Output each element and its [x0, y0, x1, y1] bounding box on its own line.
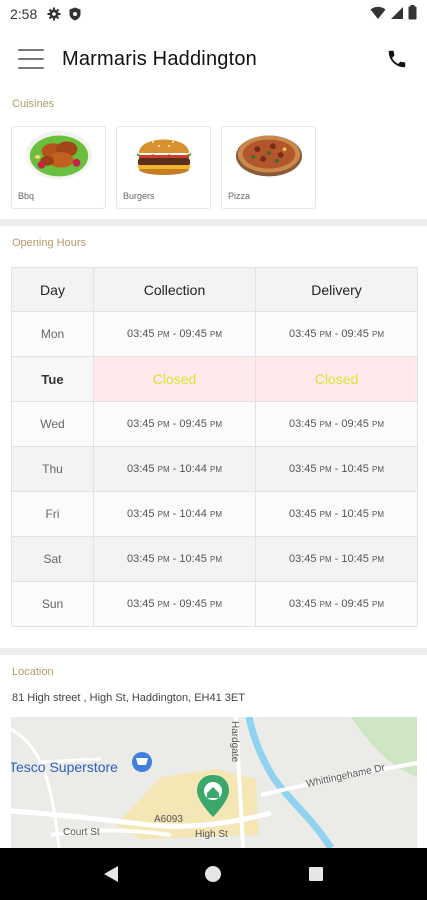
- map-label-high-st: High St: [195, 829, 228, 840]
- wifi-icon: [370, 6, 386, 23]
- menu-icon[interactable]: [18, 49, 44, 69]
- delivery-closed-cell: Closed: [255, 356, 418, 402]
- phone-call-button[interactable]: [381, 43, 413, 75]
- section-divider: [0, 219, 427, 226]
- burger-image: [129, 127, 199, 183]
- table-row: Fri 03:45 PM - 10:44 PM 03:45 PM - 10:45…: [11, 491, 418, 537]
- back-triangle-icon: [104, 866, 119, 882]
- day-cell: Thu: [11, 446, 94, 492]
- delivery-hours-cell: 03:45 PM - 09:45 PM: [255, 311, 418, 357]
- status-time: 2:58: [10, 6, 38, 22]
- table-row-today: Tue Closed Closed: [11, 356, 418, 402]
- delivery-hours-cell: 03:45 PM - 09:45 PM: [255, 401, 418, 447]
- status-bar: 2:58: [0, 0, 427, 28]
- delivery-hours-cell: 03:45 PM - 10:45 PM: [255, 536, 418, 582]
- cuisine-name: Pizza: [228, 191, 251, 201]
- day-cell: Sat: [11, 536, 94, 582]
- signal-icon: [390, 6, 404, 23]
- location-label: Location: [12, 666, 54, 678]
- system-nav-bar: [0, 848, 427, 900]
- delivery-hours-cell: 03:45 PM - 10:45 PM: [255, 491, 418, 537]
- collection-hours-cell: 03:45 PM - 10:44 PM: [93, 491, 256, 537]
- cuisine-card-pizza[interactable]: Pizza: [221, 126, 316, 209]
- map-label-court-st: Court St: [63, 827, 100, 838]
- collection-hours-cell: 03:45 PM - 10:45 PM: [93, 536, 256, 582]
- cuisine-name: Bbq: [18, 191, 35, 201]
- column-header-delivery: Delivery: [255, 267, 418, 312]
- section-divider: [0, 648, 427, 655]
- map-label-a6093: A6093: [154, 814, 183, 825]
- address-text: 81 High street , High St, Haddington, EH…: [12, 692, 245, 704]
- collection-hours-cell: 03:45 PM - 10:44 PM: [93, 446, 256, 492]
- status-right: [370, 5, 417, 23]
- cuisine-list: Bbq Burgers Pizza: [11, 126, 316, 209]
- table-row: Sat 03:45 PM - 10:45 PM 03:45 PM - 10:45…: [11, 536, 418, 582]
- map-label-hardgate: Hardgate: [229, 721, 240, 763]
- cuisine-name: Burgers: [123, 191, 155, 201]
- gear-icon: [47, 7, 61, 21]
- map-label-store: Tesco Superstore: [11, 759, 118, 775]
- shield-icon: [69, 7, 81, 21]
- delivery-hours-cell: 03:45 PM - 10:45 PM: [255, 446, 418, 492]
- bbq-wings-image: [24, 127, 94, 183]
- page-title: Marmaris Haddington: [62, 47, 257, 70]
- collection-hours-cell: 03:45 PM - 09:45 PM: [93, 311, 256, 357]
- cuisine-card-bbq[interactable]: Bbq: [11, 126, 106, 209]
- delivery-hours-cell: 03:45 PM - 09:45 PM: [255, 581, 418, 627]
- table-row: Mon 03:45 PM - 09:45 PM 03:45 PM - 09:45…: [11, 311, 418, 357]
- table-row: Thu 03:45 PM - 10:44 PM 03:45 PM - 10:45…: [11, 446, 418, 492]
- battery-icon: [408, 5, 417, 23]
- day-cell: Wed: [11, 401, 94, 447]
- table-row: Sun 03:45 PM - 09:45 PM 03:45 PM - 09:45…: [11, 581, 418, 627]
- recents-button[interactable]: [296, 854, 336, 894]
- app-bar: Marmaris Haddington: [0, 28, 427, 90]
- opening-hours-table: Day Collection Delivery Mon 03:45 PM - 0…: [11, 267, 418, 627]
- day-cell: Mon: [11, 311, 94, 357]
- app-screen: 2:58 Marmaris Haddington Cuisines Bbq Bu…: [0, 0, 427, 900]
- collection-hours-cell: 03:45 PM - 09:45 PM: [93, 401, 256, 447]
- cuisine-card-burgers[interactable]: Burgers: [116, 126, 211, 209]
- table-row: Wed 03:45 PM - 09:45 PM 03:45 PM - 09:45…: [11, 401, 418, 447]
- day-cell: Fri: [11, 491, 94, 537]
- column-header-collection: Collection: [93, 267, 256, 312]
- home-button[interactable]: [193, 854, 233, 894]
- collection-hours-cell: 03:45 PM - 09:45 PM: [93, 581, 256, 627]
- phone-icon: [388, 50, 406, 68]
- home-circle-icon: [205, 866, 222, 882]
- location-map[interactable]: Tesco Superstore A6093 Court St High St …: [11, 717, 417, 848]
- column-header-day: Day: [11, 267, 94, 312]
- table-header-row: Day Collection Delivery: [11, 267, 418, 312]
- opening-hours-label: Opening Hours: [12, 237, 86, 249]
- day-cell: Sun: [11, 581, 94, 627]
- pizza-image: [234, 127, 304, 183]
- recents-square-icon: [308, 867, 323, 881]
- day-cell: Tue: [11, 356, 94, 402]
- cuisines-label: Cuisines: [12, 98, 55, 110]
- collection-closed-cell: Closed: [93, 356, 256, 402]
- back-button[interactable]: [91, 854, 131, 894]
- cart-icon: [136, 758, 148, 765]
